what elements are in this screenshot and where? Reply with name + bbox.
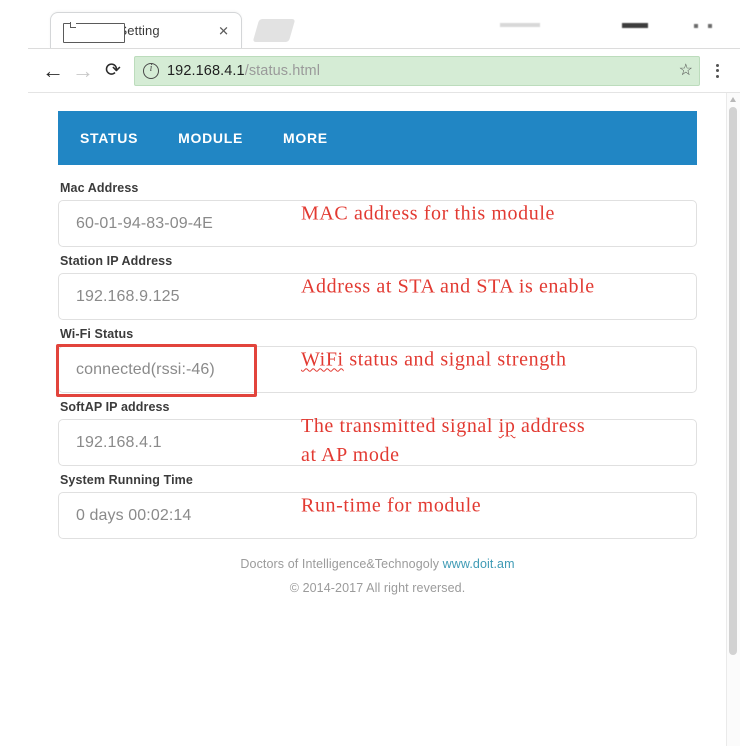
field-label: System Running Time	[60, 473, 193, 487]
nav-item-more[interactable]: MORE	[283, 130, 328, 146]
info-circle-icon[interactable]	[143, 62, 159, 79]
field-value: 60-01-94-83-09-4E	[76, 214, 213, 232]
scroll-up-arrow-icon[interactable]	[730, 97, 736, 102]
field-label: SoftAP IP address	[60, 400, 170, 414]
bookmark-star-icon[interactable]: ☆	[679, 62, 693, 79]
field-input-wifi-status[interactable]: connected(rssi:-46)	[56, 344, 697, 397]
tab-close-icon[interactable]: ✕	[218, 24, 229, 37]
back-icon[interactable]: ←	[38, 56, 68, 86]
field-value: 192.168.4.1	[76, 433, 162, 451]
status-fields: Mac Address 60-01-94-83-09-4E MAC addres…	[56, 165, 697, 539]
address-bar[interactable]: 192.168.4.1/status.html ☆	[134, 55, 700, 86]
three-dot-menu-icon[interactable]	[704, 56, 730, 86]
tab-wifi-setting[interactable]: Wi-Fi Setting ✕	[50, 12, 242, 48]
page-scrollbar[interactable]	[726, 93, 740, 746]
highlight-rectangle	[56, 344, 257, 397]
minimize-icon[interactable]	[500, 23, 540, 27]
status-page: STATUS MODULE MORE Mac Address 60-01-94-…	[28, 93, 727, 746]
field-value: 192.168.9.125	[76, 287, 180, 305]
browser-toolbar: ← → ⟳ 192.168.4.1/status.html ☆	[28, 48, 740, 92]
reload-icon[interactable]: ⟳	[98, 56, 128, 86]
footer-copyright: © 2014-2017 All right reversed.	[289, 580, 466, 595]
scrollbar-thumb[interactable]	[729, 107, 737, 655]
field-mac-address: Mac Address 60-01-94-83-09-4E MAC addres…	[58, 181, 697, 247]
nav-item-module[interactable]: MODULE	[178, 130, 243, 146]
field-system-running-time: System Running Time 0 days 00:02:14 Run-…	[58, 473, 697, 539]
footer-company-line: Doctors of Intelligence&Technogoly www.d…	[58, 553, 697, 577]
page-footer: Doctors of Intelligence&Technogoly www.d…	[58, 553, 697, 601]
forward-icon[interactable]: →	[68, 56, 98, 86]
url-path: /status.html	[244, 62, 321, 79]
window-controls	[462, 14, 732, 36]
field-label: Station IP Address	[60, 254, 173, 268]
field-value: 0 days 00:02:14	[76, 506, 192, 524]
maximize-icon[interactable]	[622, 23, 648, 28]
close-icon[interactable]	[694, 24, 718, 28]
new-tab-button[interactable]	[252, 19, 296, 42]
url-host: 192.168.4.1	[167, 62, 245, 79]
field-label: Wi-Fi Status	[60, 327, 134, 341]
field-input-mac-address[interactable]: 60-01-94-83-09-4E	[58, 200, 697, 247]
field-input-system-running-time[interactable]: 0 days 00:02:14	[58, 492, 697, 539]
field-label: Mac Address	[60, 181, 139, 195]
footer-company: Doctors of Intelligence&Technogoly	[240, 557, 440, 571]
site-navbar: STATUS MODULE MORE	[58, 111, 697, 165]
address-bar-url: 192.168.4.1/status.html	[167, 63, 320, 79]
field-wifi-status: Wi-Fi Status connected(rssi:-46) WiFi st…	[56, 327, 697, 397]
field-input-station-ip[interactable]: 192.168.9.125	[58, 273, 697, 320]
field-softap-ip: SoftAP IP address 192.168.4.1 The transm…	[58, 400, 697, 466]
footer-link[interactable]: www.doit.am	[443, 557, 515, 571]
field-station-ip: Station IP Address 192.168.9.125 Address…	[58, 254, 697, 320]
page-viewport: STATUS MODULE MORE Mac Address 60-01-94-…	[28, 92, 740, 746]
tab-strip: Wi-Fi Setting ✕	[28, 6, 740, 48]
browser-window: Wi-Fi Setting ✕ ← → ⟳ 192.168.4.1/status…	[28, 6, 740, 746]
page-icon	[63, 22, 125, 43]
field-input-softap-ip[interactable]: 192.168.4.1	[58, 419, 697, 466]
nav-item-status[interactable]: STATUS	[80, 130, 138, 146]
